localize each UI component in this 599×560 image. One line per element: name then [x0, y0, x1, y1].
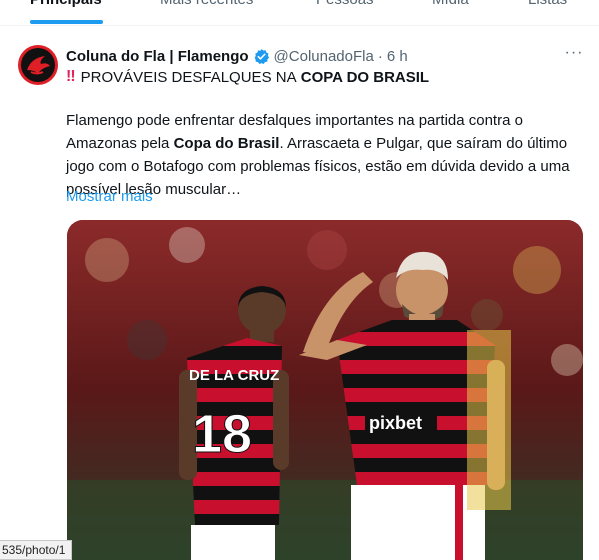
jersey-sponsor: pixbet [369, 413, 422, 433]
handle[interactable]: @ColunadoFla [274, 48, 374, 65]
verified-badge-icon [253, 48, 270, 65]
tab-pessoas[interactable]: Pessoas [316, 0, 374, 8]
show-more-link[interactable]: Mostrar mais [66, 188, 153, 205]
avatar[interactable] [18, 45, 58, 85]
timestamp[interactable]: 6 h [387, 48, 408, 65]
tweet-header: Coluna do Fla | Flamengo @ColunadoFla · … [66, 46, 408, 66]
tab-listas[interactable]: Listas [528, 0, 567, 8]
status-url-tooltip: 535/photo/1 [0, 540, 73, 560]
body-bold: Copa do Brasil [173, 135, 280, 152]
jersey-number: 18 [192, 404, 252, 464]
tab-principais[interactable]: Principais [30, 0, 102, 8]
separator-dot: · [377, 47, 383, 65]
timeline-tabs: Principais Mais recentes Pessoas Mídia L… [0, 0, 599, 26]
tweet[interactable]: Coluna do Fla | Flamengo @ColunadoFla · … [0, 27, 599, 560]
headline-prefix: PROVÁVEIS DESFALQUES NA [80, 68, 297, 86]
tab-midia[interactable]: Mídia [432, 0, 469, 8]
flamengo-crest-icon [21, 48, 55, 82]
tweet-headline: ‼ PROVÁVEIS DESFALQUES NA COPA DO BRASIL [66, 68, 429, 86]
tweet-photo[interactable]: DE LA CRUZ 18 pixbet [67, 220, 583, 560]
tab-mais-recentes[interactable]: Mais recentes [160, 0, 253, 8]
active-tab-indicator [30, 20, 103, 24]
double-exclamation-icon: ‼ [66, 68, 76, 85]
display-name[interactable]: Coluna do Fla | Flamengo [66, 48, 249, 65]
headline-bold: COPA DO BRASIL [300, 68, 430, 86]
more-options-icon[interactable]: ··· [564, 45, 584, 66]
jersey-name: DE LA CRUZ [189, 367, 279, 384]
